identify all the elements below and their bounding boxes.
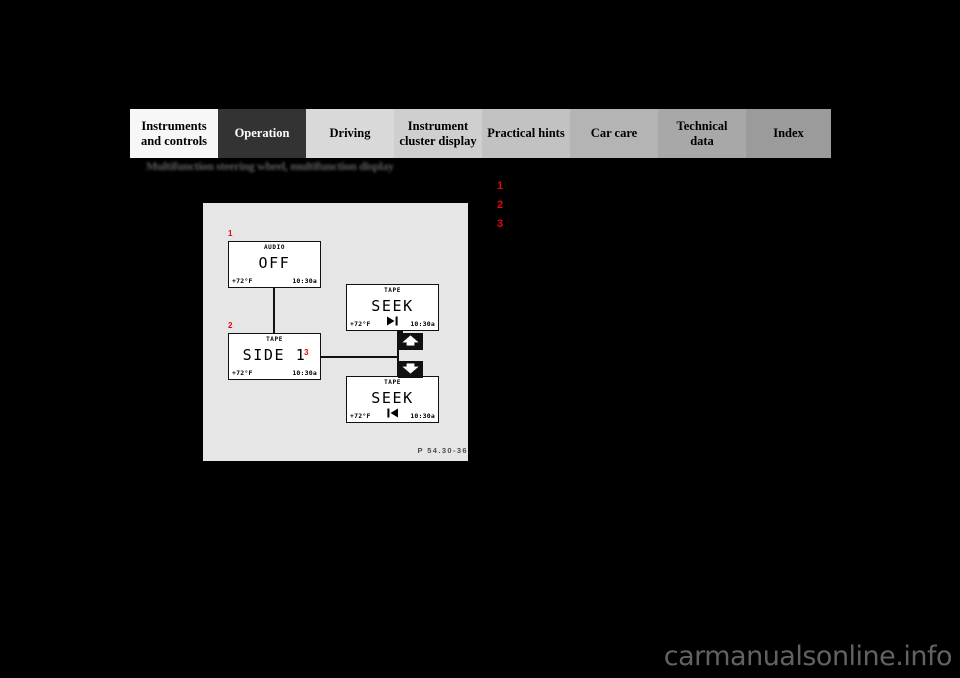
list-item: 1 (497, 180, 797, 199)
figure-callout-3: 3 (304, 348, 309, 357)
tab-practical-hints[interactable]: Practical hints (482, 109, 570, 158)
display-audio-off: AUDIO OFF +72°F 10:30a (228, 241, 321, 288)
display-header: AUDIO (263, 244, 286, 251)
connector-line-vertical-left (273, 288, 275, 333)
tab-technical-data[interactable]: Technical data (658, 109, 746, 158)
site-watermark: carmanualsonline.info (663, 641, 953, 672)
display-header: TAPE (384, 379, 401, 386)
rocker-down-button[interactable] (398, 361, 423, 378)
list-item: 2 (497, 199, 797, 218)
tab-label: Operation (234, 126, 290, 141)
tab-label: Practical hints (487, 126, 565, 141)
tab-label: Instrument cluster display (399, 118, 477, 148)
arrow-down-icon (402, 361, 419, 379)
tab-instruments-and-controls[interactable]: Instruments and controls (130, 109, 218, 158)
display-time: 10:30a (410, 320, 435, 328)
display-tape-seek-forward: TAPE SEEK +72°F 10:30a (346, 284, 439, 331)
legend-number: 3 (497, 218, 504, 230)
display-main-text: SEEK (371, 389, 414, 407)
display-time: 10:30a (292, 369, 317, 377)
tab-operation[interactable]: Operation (218, 109, 306, 158)
display-header: TAPE (266, 336, 283, 343)
tab-instrument-cluster-display[interactable]: Instrument cluster display (394, 109, 482, 158)
display-main-text: SEEK (371, 297, 414, 315)
display-time: 10:30a (292, 277, 317, 285)
display-main-text: OFF (258, 254, 291, 272)
legend-number: 2 (497, 199, 504, 211)
display-tape-seek-reverse: TAPE SEEK +72°F 10:30a (346, 376, 439, 423)
rocker-up-button[interactable] (398, 333, 423, 350)
display-temperature: +72°F (232, 369, 253, 377)
tab-driving[interactable]: Driving (306, 109, 394, 158)
figure-caption: P 54.30-36 (417, 446, 468, 455)
callout-legend-list: 1 2 3 (497, 180, 797, 237)
page-title: Multifunction steering wheel, multifunct… (146, 159, 394, 173)
list-item: 3 (497, 218, 797, 237)
display-header: TAPE (384, 287, 401, 294)
tab-label: Driving (329, 126, 371, 141)
arrow-up-icon (402, 333, 419, 351)
legend-number: 1 (497, 180, 504, 192)
figure-multifunction-display-diagram: AUDIO OFF +72°F 10:30a TAPE SIDE 1 +72°F… (203, 203, 468, 461)
tab-label: Index (773, 126, 804, 141)
tab-car-care[interactable]: Car care (570, 109, 658, 158)
connector-line-horizontal-middle (321, 356, 398, 358)
figure-callout-1: 1 (228, 229, 233, 238)
tab-index[interactable]: Index (746, 109, 831, 158)
display-temperature: +72°F (232, 277, 253, 285)
tab-label: Technical data (676, 118, 728, 148)
tab-label: Car care (590, 126, 638, 141)
display-time: 10:30a (410, 412, 435, 420)
section-tab-bar: Instruments and controls Operation Drivi… (130, 109, 831, 158)
figure-callout-2: 2 (228, 321, 233, 330)
tab-label: Instruments and controls (140, 118, 208, 148)
